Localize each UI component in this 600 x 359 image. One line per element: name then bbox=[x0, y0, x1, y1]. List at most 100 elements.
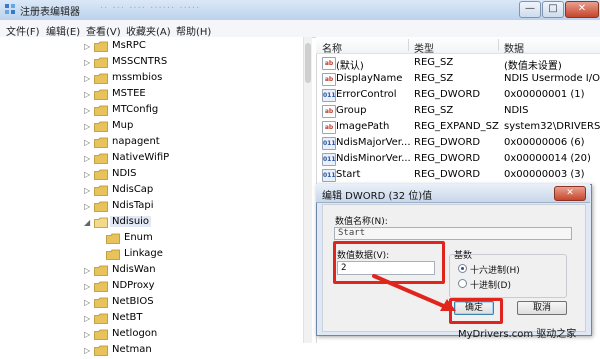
annotation-arrow-icon bbox=[372, 274, 456, 311]
folder-icon bbox=[94, 89, 108, 100]
folder-icon bbox=[94, 297, 108, 308]
value-row[interactable]: 011 Start REG_DWORD 0x00000003 (3) bbox=[316, 167, 600, 183]
expand-arrow-icon[interactable]: ▷ bbox=[84, 122, 92, 132]
value-name: NdisMinorVer... bbox=[336, 153, 411, 164]
folder-icon bbox=[94, 265, 108, 276]
value-row[interactable]: 011 ErrorControl REG_DWORD 0x00000001 (1) bbox=[316, 87, 600, 103]
column-name[interactable]: 名称 bbox=[322, 40, 342, 55]
window-title: 注册表编辑器 bbox=[20, 7, 80, 18]
value-name: NdisMajorVer... bbox=[336, 137, 411, 148]
tree-item-label: MsRPC bbox=[112, 40, 146, 51]
value-row[interactable]: ab DisplayName REG_SZ NDIS Usermode I/O bbox=[316, 71, 600, 87]
expand-arrow-icon[interactable]: ▷ bbox=[84, 314, 92, 324]
value-data: NDIS bbox=[504, 105, 529, 116]
expand-arrow-icon[interactable]: ▷ bbox=[84, 266, 92, 276]
value-type: REG_DWORD bbox=[414, 137, 481, 148]
string-value-icon: ab bbox=[322, 57, 336, 70]
window-title-bar: 注册表编辑器 ·· ··· ···· ······ ····· — □ ✕ bbox=[0, 0, 600, 21]
tree-item-label: Linkage bbox=[124, 248, 163, 259]
value-data: 0x00000014 (20) bbox=[504, 153, 591, 164]
value-name: Group bbox=[336, 105, 367, 116]
close-icon: ✕ bbox=[577, 3, 587, 14]
binary-value-icon: 011 bbox=[322, 137, 336, 150]
menu-edit[interactable]: 编辑(E) bbox=[46, 23, 80, 38]
expand-arrow-icon[interactable]: ▷ bbox=[84, 330, 92, 340]
menu-favorites[interactable]: 收藏夹(A) bbox=[126, 23, 171, 38]
value-row[interactable]: 011 NdisMinorVer... REG_DWORD 0x00000014 (2… bbox=[316, 151, 600, 167]
tree-item-label: Enum bbox=[124, 232, 153, 243]
string-value-icon: ab bbox=[322, 121, 336, 134]
string-value-icon: ab bbox=[322, 105, 336, 118]
watermark-text: MyDrivers.com 驱动之家 bbox=[458, 329, 577, 340]
folder-icon bbox=[94, 185, 108, 196]
expand-arrow-icon[interactable]: ▷ bbox=[84, 282, 92, 292]
base-group bbox=[449, 254, 567, 298]
value-type: REG_DWORD bbox=[414, 153, 481, 164]
column-divider[interactable] bbox=[408, 39, 409, 51]
expand-arrow-icon[interactable]: ▷ bbox=[84, 154, 92, 164]
tree-item-label: Ndisuio bbox=[110, 216, 152, 227]
menu-view[interactable]: 查看(V) bbox=[86, 23, 121, 38]
window-title-shadow-text: ·· ··· ···· ······ ····· bbox=[100, 3, 201, 14]
expand-arrow-icon[interactable]: ▷ bbox=[84, 346, 92, 356]
collapse-arrow-icon[interactable]: ◢ bbox=[84, 218, 92, 228]
value-name: (默认) bbox=[336, 61, 364, 72]
folder-icon bbox=[94, 121, 108, 132]
value-name-label: 数值名称(N): bbox=[335, 217, 388, 227]
value-row[interactable]: ab (默认) REG_SZ (数值未设置) bbox=[316, 55, 600, 72]
folder-icon bbox=[94, 169, 108, 180]
value-name: ErrorControl bbox=[336, 89, 397, 100]
close-button[interactable]: ✕ bbox=[565, 1, 599, 18]
value-data: 0x00000003 (3) bbox=[504, 169, 585, 180]
expand-arrow-icon[interactable]: ▷ bbox=[84, 138, 92, 148]
expand-arrow-icon[interactable]: ▷ bbox=[84, 58, 92, 68]
value-row[interactable]: ab ImagePath REG_EXPAND_SZ system32\DRIVERS… bbox=[316, 119, 600, 135]
expand-arrow-icon[interactable]: ▷ bbox=[84, 74, 92, 84]
expand-arrow-icon[interactable]: ▷ bbox=[84, 298, 92, 308]
column-data[interactable]: 数据 bbox=[504, 40, 524, 55]
tree-item-label: Netlogon bbox=[112, 328, 158, 339]
expand-arrow-icon[interactable]: ▷ bbox=[84, 42, 92, 52]
expand-arrow-icon[interactable]: ▷ bbox=[84, 202, 92, 212]
binary-value-icon: 011 bbox=[322, 153, 336, 166]
ok-button[interactable]: 确定 bbox=[454, 301, 494, 315]
value-type: REG_EXPAND_SZ bbox=[414, 121, 499, 132]
values-column-header: 名称 类型 数据 bbox=[316, 37, 600, 55]
expand-arrow-icon[interactable]: ▷ bbox=[84, 106, 92, 116]
tree-item-label: mssmbios bbox=[112, 72, 163, 83]
tree-item-label: NetBT bbox=[112, 312, 143, 323]
value-name: ImagePath bbox=[336, 121, 390, 132]
value-data: (数值未设置) bbox=[504, 61, 562, 72]
tree-scrollbar-thumb[interactable] bbox=[305, 43, 311, 83]
folder-icon bbox=[94, 105, 108, 116]
expand-arrow-icon[interactable]: ▷ bbox=[84, 170, 92, 180]
binary-value-icon: 011 bbox=[322, 89, 336, 102]
expand-arrow-icon[interactable]: ▷ bbox=[84, 186, 92, 196]
expand-arrow-icon[interactable]: ▷ bbox=[84, 90, 92, 100]
tree-item-label: NdisCap bbox=[112, 184, 154, 195]
folder-icon bbox=[94, 57, 108, 68]
minimize-button[interactable]: — bbox=[519, 1, 541, 18]
menu-bar: 文件(F) 编辑(E) 查看(V) 收藏夹(A) 帮助(H) bbox=[0, 20, 600, 38]
dialog-title: 编辑 DWORD (32 位)值 bbox=[322, 191, 433, 202]
menu-help[interactable]: 帮助(H) bbox=[176, 23, 211, 38]
menu-file[interactable]: 文件(F) bbox=[6, 23, 40, 38]
tree-item-label: napagent bbox=[112, 136, 160, 147]
regedit-app-icon bbox=[5, 4, 15, 14]
minimize-icon: — bbox=[525, 3, 535, 14]
dialog-close-button[interactable]: ✕ bbox=[554, 186, 586, 201]
tree-item-label: NetBIOS bbox=[112, 296, 154, 307]
cancel-button[interactable]: 取消 bbox=[517, 301, 567, 315]
radio-decimal-label[interactable]: 十进制(D) bbox=[470, 278, 511, 291]
tree-scrollbar[interactable] bbox=[303, 37, 312, 343]
value-data: 0x00000006 (6) bbox=[504, 137, 585, 148]
value-row[interactable]: 011 NdisMajorVer... REG_DWORD 0x00000006 (6… bbox=[316, 135, 600, 151]
column-divider[interactable] bbox=[498, 39, 499, 51]
folder-icon bbox=[94, 153, 108, 164]
tree-item-label: NDIS bbox=[112, 168, 137, 179]
radio-hex-label[interactable]: 十六进制(H) bbox=[470, 263, 520, 276]
column-type[interactable]: 类型 bbox=[414, 40, 434, 55]
value-row[interactable]: ab Group REG_SZ NDIS bbox=[316, 103, 600, 119]
folder-icon bbox=[106, 249, 120, 260]
maximize-button[interactable]: □ bbox=[542, 1, 564, 18]
